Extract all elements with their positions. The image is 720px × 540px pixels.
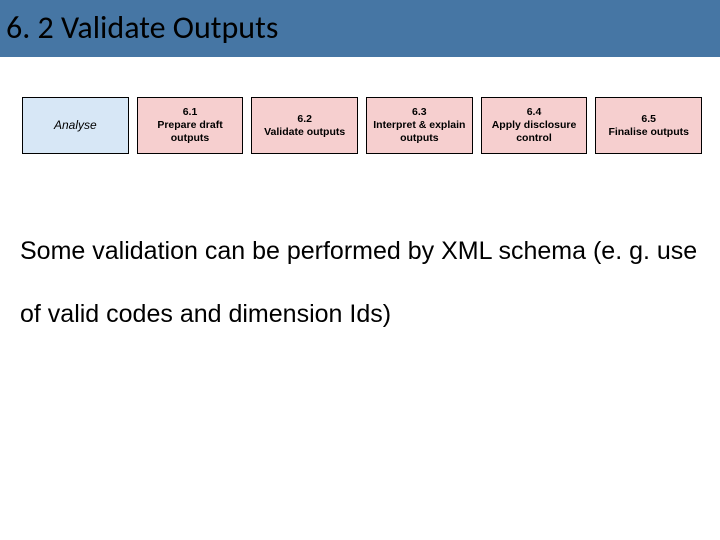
flow-step-label: Prepare draft outputs (142, 119, 239, 145)
body-paragraph: Some validation can be performed by XML … (0, 154, 720, 345)
flow-step-number: 6.4 (486, 106, 583, 119)
flow-box-step-2: 6.2 Validate outputs (251, 97, 358, 154)
flow-step-number: 6.2 (256, 113, 353, 126)
flow-step-number: 6.1 (142, 106, 239, 119)
flow-step-label: Apply disclosure control (486, 119, 583, 145)
flow-label: Analyse (27, 118, 124, 133)
flow-box-step-3: 6.3 Interpret & explain outputs (366, 97, 473, 154)
flow-step-label: Finalise outputs (600, 126, 697, 139)
flow-step-label: Interpret & explain outputs (371, 119, 468, 145)
flow-box-step-4: 6.4 Apply disclosure control (481, 97, 588, 154)
flow-step-number: 6.3 (371, 106, 468, 119)
flow-box-analyse: Analyse (22, 97, 129, 154)
flow-step-label: Validate outputs (256, 126, 353, 139)
flow-step-number: 6.5 (600, 113, 697, 126)
page-title: 6. 2 Validate Outputs (0, 0, 720, 57)
flow-box-step-5: 6.5 Finalise outputs (595, 97, 702, 154)
flow-box-step-1: 6.1 Prepare draft outputs (137, 97, 244, 154)
process-flow: Analyse 6.1 Prepare draft outputs 6.2 Va… (0, 57, 720, 154)
